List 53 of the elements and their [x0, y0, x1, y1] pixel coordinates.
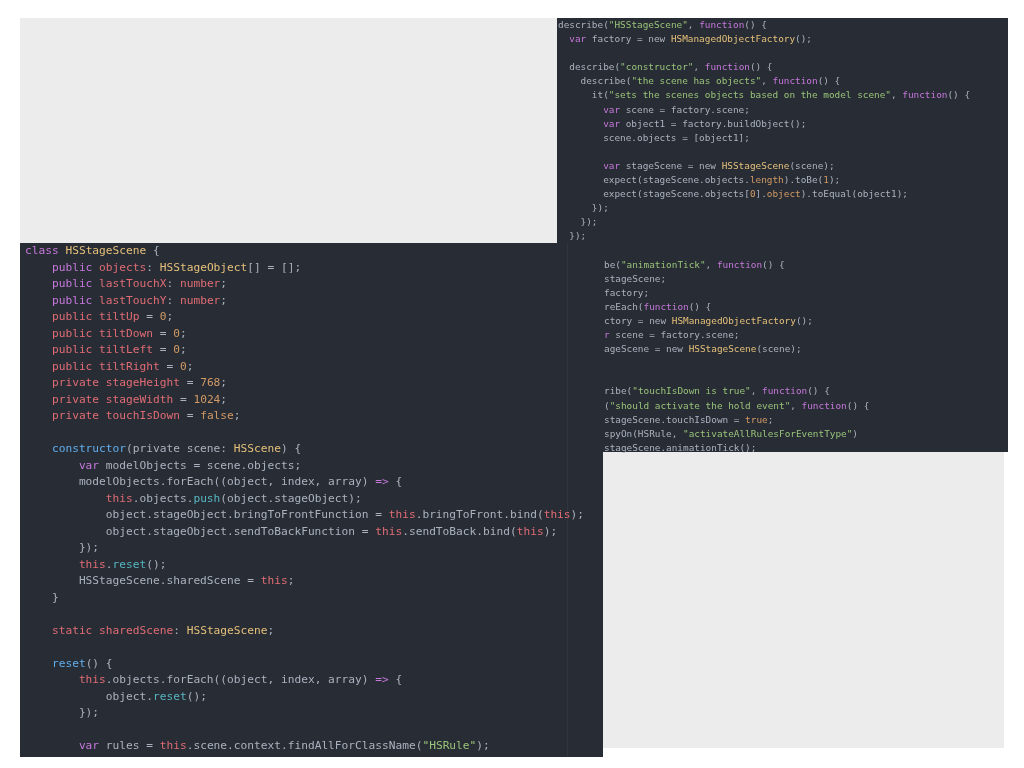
code-line: stageScene.animationTick();: [604, 441, 757, 453]
code-line: reEach(function() {: [604, 300, 712, 312]
code-line: public lastTouchX: number;: [51, 277, 228, 290]
code-line: stageScene.touchIsDown = true;: [604, 413, 774, 425]
code-line: ctory = new HSManagedObjectFactory();: [604, 314, 813, 326]
code-line: private stageWidth = 1024;: [51, 392, 228, 406]
code-line: var object1 = factory.buildObject();: [603, 117, 807, 129]
code-line: describe("constructor", function() {: [569, 61, 773, 73]
code-line: stageScene;: [604, 272, 667, 284]
code-line: this.objects.forEach((object, index, array) => {: [78, 673, 403, 686]
code-line: }: [51, 590, 59, 604]
code-line: ageScene = new HSStageScene(scene);: [604, 343, 802, 355]
code-line: reset() {: [51, 656, 113, 670]
code-line: this.objects.push(object.stageObject);: [105, 491, 362, 505]
code-line: modelObjects.forEach((object, index, array) => {: [78, 475, 403, 488]
code-line: object.stageObject.bringToFrontFunction = this.bringToFront.bind(this);: [105, 508, 585, 521]
code-line: private stageHeight = 768;: [51, 376, 228, 389]
code-line: it("sets the scenes objects based on the model scene", function() {: [591, 89, 971, 101]
code-line: describe("HSStageScene", function() {: [558, 19, 767, 30]
code-line: object.reset();: [105, 689, 207, 703]
code-line: public tiltDown = 0;: [51, 326, 187, 340]
code-line: static sharedScene: HSStageScene;: [51, 623, 275, 637]
code-line: factory;: [604, 286, 650, 298]
code-line: private touchIsDown = false;: [51, 409, 241, 422]
code-line: public objects: HSStageObject[] = [];: [51, 260, 302, 274]
code-line: var rules = this.scene.context.findAllForClassName("HSRule");: [78, 739, 490, 752]
code-line: this.reset();: [78, 557, 167, 571]
code-line: describe("the scene has objects", function() {: [580, 75, 841, 87]
code-line: });: [580, 216, 598, 228]
code-line: spyOn(HSRule, "activateAllRulesForEventType"): [604, 427, 858, 439]
code-line: });: [78, 706, 100, 719]
code-line: var scene = factory.scene;: [603, 103, 750, 115]
code-line: public lastTouchY: number;: [51, 293, 228, 307]
code-line: class HSStageScene {: [25, 244, 160, 257]
code-line: be("animationTick", function() {: [604, 258, 785, 270]
code-line: public tiltLeft = 0;: [51, 343, 187, 356]
code-line: public tiltRight = 0;: [51, 359, 194, 373]
code-line: public tiltUp = 0;: [51, 310, 174, 323]
code-line: var factory = new HSManagedObjectFactory();: [569, 33, 812, 45]
code-line: scene.objects = [object1];: [603, 131, 750, 143]
code-line: });: [569, 230, 587, 242]
code-line: expect(stageScene.objects[0].object).toEqual(object1);: [603, 188, 908, 200]
code-line: r scene = factory.scene;: [604, 329, 740, 341]
code-line: ("should activate the hold event", function() {: [604, 399, 870, 411]
code-line: ribe("touchIsDown is true", function() {: [604, 385, 830, 397]
code-line: var modelObjects = scene.objects;: [78, 458, 302, 472]
code-line: });: [78, 541, 100, 554]
code-line: expect(stageScene.objects.length).toBe(1);: [603, 174, 841, 186]
code-line: var stageScene = new HSStageScene(scene);: [603, 159, 835, 171]
code-line: });: [591, 202, 609, 214]
code-line: HSStageScene.sharedScene = this;: [78, 574, 295, 587]
code-line: constructor(private scene: HSScene) {: [51, 442, 302, 455]
code-line: object.stageObject.sendToBackFunction = this.sendToBack.bind(this);: [105, 524, 558, 538]
